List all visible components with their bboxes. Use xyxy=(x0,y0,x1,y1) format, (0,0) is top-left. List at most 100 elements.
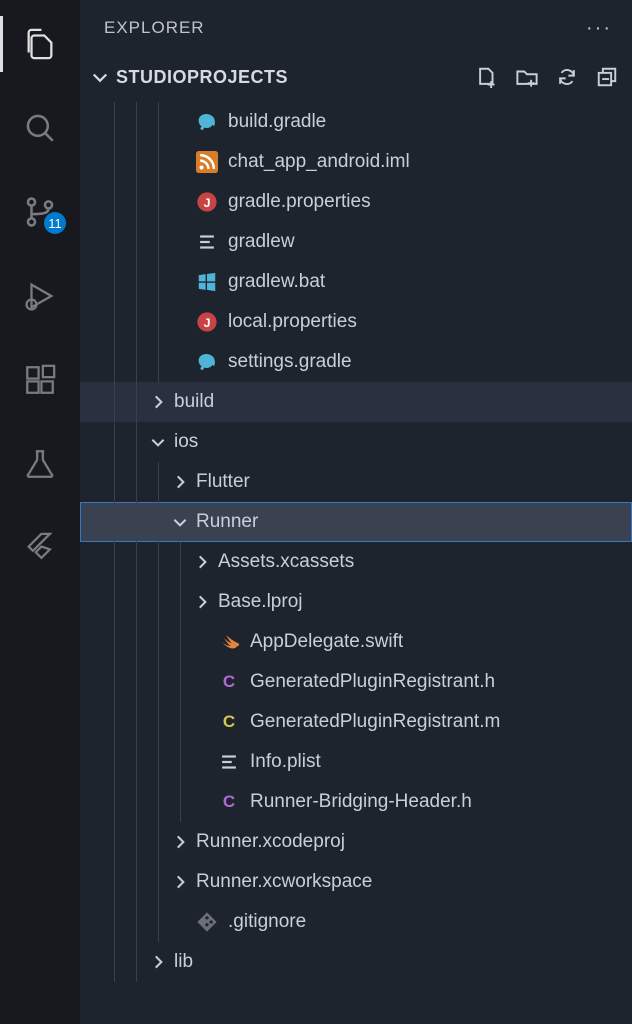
lines-icon xyxy=(196,231,218,253)
chevron-right-icon[interactable] xyxy=(192,552,212,572)
folder-row[interactable]: Runner.xcworkspace xyxy=(80,862,632,902)
file-row[interactable]: AppDelegate.swift xyxy=(80,622,632,662)
folder-label: Assets.xcassets xyxy=(218,551,354,573)
file-row[interactable]: CGeneratedPluginRegistrant.m xyxy=(80,702,632,742)
folder-label: Base.lproj xyxy=(218,591,303,613)
rss-icon xyxy=(196,151,218,173)
folder-row[interactable]: Flutter xyxy=(80,462,632,502)
swift-icon xyxy=(218,631,240,653)
refresh-icon[interactable] xyxy=(556,66,578,88)
elephant-icon xyxy=(196,111,218,133)
file-row[interactable]: build.gradle xyxy=(80,102,632,142)
folder-label: Runner.xcodeproj xyxy=(196,831,345,853)
file-label: Runner-Bridging-Header.h xyxy=(250,791,472,813)
file-label: GeneratedPluginRegistrant.m xyxy=(250,711,500,733)
folder-row[interactable]: build xyxy=(80,382,632,422)
chevron-down-icon[interactable] xyxy=(170,512,190,532)
twisty-spacer xyxy=(170,192,190,212)
windows-icon xyxy=(196,271,218,293)
activity-bar: 11 xyxy=(0,0,80,1024)
section-title: STUDIOPROJECTS xyxy=(116,67,288,88)
file-row[interactable]: Info.plist xyxy=(80,742,632,782)
chevron-down-icon xyxy=(90,67,110,87)
explorer-sidebar: EXPLORER ··· STUDIOPROJECTS build.gradle… xyxy=(80,0,632,1024)
file-row[interactable]: Jlocal.properties xyxy=(80,302,632,342)
file-row[interactable]: settings.gradle xyxy=(80,342,632,382)
section-actions xyxy=(476,66,618,88)
new-folder-icon[interactable] xyxy=(516,66,538,88)
chevron-right-icon[interactable] xyxy=(192,592,212,612)
twisty-spacer xyxy=(170,232,190,252)
twisty-spacer xyxy=(192,712,212,732)
activity-flutter[interactable] xyxy=(0,520,80,576)
folder-row[interactable]: Runner xyxy=(80,502,632,542)
svg-text:J: J xyxy=(204,316,211,330)
flutter-icon xyxy=(23,531,57,565)
activity-explorer[interactable] xyxy=(0,16,80,72)
activity-source-control[interactable]: 11 xyxy=(0,184,80,240)
chevron-right-icon[interactable] xyxy=(148,392,168,412)
lines-icon xyxy=(218,751,240,773)
file-row[interactable]: Jgradle.properties xyxy=(80,182,632,222)
file-row[interactable]: chat_app_android.iml xyxy=(80,142,632,182)
more-actions-button[interactable]: ··· xyxy=(586,17,612,40)
activity-extensions[interactable] xyxy=(0,352,80,408)
folder-label: Runner.xcworkspace xyxy=(196,871,372,893)
twisty-spacer xyxy=(170,312,190,332)
file-row[interactable]: CRunner-Bridging-Header.h xyxy=(80,782,632,822)
file-row[interactable]: C GeneratedPluginRegistrant.h xyxy=(80,662,632,702)
folder-label: build xyxy=(174,391,214,413)
chevron-down-icon[interactable] xyxy=(148,432,168,452)
twisty-spacer xyxy=(170,272,190,292)
c-purple-icon: C xyxy=(218,671,240,693)
file-label: GeneratedPluginRegistrant.h xyxy=(250,671,495,693)
collapse-all-icon[interactable] xyxy=(596,66,618,88)
file-label: gradlew xyxy=(228,231,295,253)
play-bug-icon xyxy=(23,279,57,313)
file-label: gradle.properties xyxy=(228,191,371,213)
file-label: AppDelegate.swift xyxy=(250,631,403,653)
file-label: chat_app_android.iml xyxy=(228,151,410,173)
twisty-spacer xyxy=(192,752,212,772)
file-label: .gitignore xyxy=(228,911,306,933)
file-row[interactable]: gradlew xyxy=(80,222,632,262)
search-icon xyxy=(23,111,57,145)
activity-testing[interactable] xyxy=(0,436,80,492)
file-label: gradlew.bat xyxy=(228,271,325,293)
j-red-icon: J xyxy=(196,311,218,333)
twisty-spacer xyxy=(192,632,212,652)
activity-run-debug[interactable] xyxy=(0,268,80,324)
folder-label: Runner xyxy=(196,511,258,533)
chevron-right-icon[interactable] xyxy=(148,952,168,972)
chevron-right-icon[interactable] xyxy=(170,872,190,892)
file-row[interactable]: .gitignore xyxy=(80,902,632,942)
folder-row[interactable]: ios xyxy=(80,422,632,462)
file-row[interactable]: gradlew.bat xyxy=(80,262,632,302)
elephant-icon xyxy=(196,351,218,373)
twisty-spacer xyxy=(170,912,190,932)
sidebar-title: EXPLORER xyxy=(104,18,205,38)
sidebar-header: EXPLORER ··· xyxy=(80,0,632,56)
activity-search[interactable] xyxy=(0,100,80,156)
folder-label: ios xyxy=(174,431,198,453)
extensions-icon xyxy=(23,363,57,397)
folder-row[interactable]: Base.lproj xyxy=(80,582,632,622)
folder-row[interactable]: lib xyxy=(80,942,632,982)
new-file-icon[interactable] xyxy=(476,66,498,88)
file-label: build.gradle xyxy=(228,111,326,133)
section-header[interactable]: STUDIOPROJECTS xyxy=(80,56,632,98)
file-label: local.properties xyxy=(228,311,357,333)
source-control-badge: 11 xyxy=(44,212,66,234)
twisty-spacer xyxy=(192,672,212,692)
folder-row[interactable]: Assets.xcassets xyxy=(80,542,632,582)
twisty-spacer xyxy=(170,152,190,172)
folder-label: Flutter xyxy=(196,471,250,493)
chevron-right-icon[interactable] xyxy=(170,832,190,852)
file-tree: build.gradle chat_app_android.iml Jgradle.… xyxy=(80,98,632,1024)
chevron-right-icon[interactable] xyxy=(170,472,190,492)
folder-row[interactable]: Runner.xcodeproj xyxy=(80,822,632,862)
folder-label: lib xyxy=(174,951,193,973)
flask-icon xyxy=(23,447,57,481)
twisty-spacer xyxy=(170,352,190,372)
file-label: Info.plist xyxy=(250,751,321,773)
